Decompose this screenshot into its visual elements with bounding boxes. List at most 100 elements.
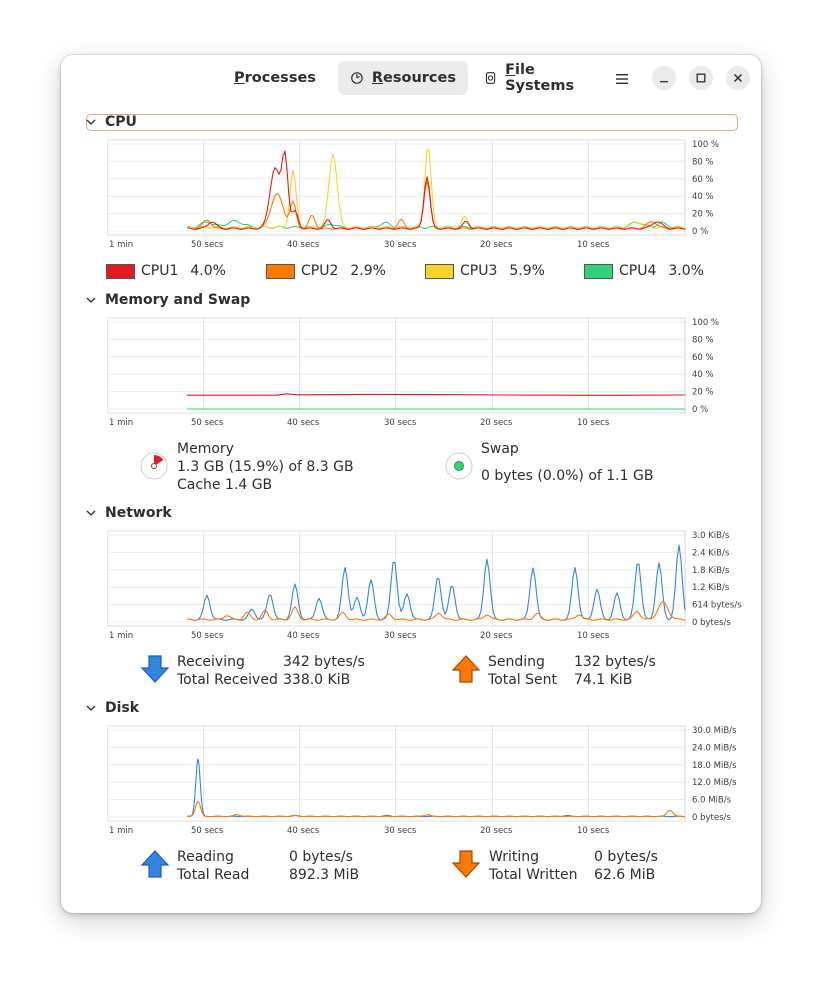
- disk-y-tick-label: 0 bytes/s: [692, 813, 731, 823]
- memory-y-tick-label: 80 %: [692, 335, 714, 345]
- cpu-history-graph: 100 % 80 % 60 % 40 % 20 % 0 % 1 min 50 secs 40 s…: [107, 139, 747, 255]
- network-x-tick-label: 20 secs: [480, 631, 513, 641]
- chevron-down-icon: [86, 297, 96, 303]
- chevron-down-icon: [86, 705, 96, 711]
- memory-cache: Cache 1.4 GB: [177, 477, 273, 493]
- writing-label: Writing: [489, 849, 539, 865]
- network-x-tick-label: 50 secs: [191, 631, 224, 641]
- disk-y-tick-label: 24.0 MiB/s: [692, 743, 737, 753]
- maximize-button[interactable]: [689, 66, 713, 90]
- cpu1-legend[interactable]: CPU1 4.0%: [106, 263, 226, 279]
- tab-file-systems[interactable]: File Systems: [472, 61, 602, 95]
- receiving-arrow-icon[interactable]: [140, 654, 170, 684]
- memory-y-tick-label: 20 %: [692, 388, 714, 398]
- system-monitor-window: Processes Resources File Systems CPU 100…: [61, 55, 761, 913]
- minimize-button[interactable]: [652, 66, 676, 90]
- cpu-y-tick-label: 0 %: [692, 227, 708, 237]
- disk-x-tick-label: 50 secs: [191, 826, 224, 836]
- disk-x-tick-label: 10 secs: [577, 826, 610, 836]
- total-read-value: 892.3 MiB: [289, 867, 360, 883]
- total-written-value: 62.6 MiB: [594, 867, 656, 883]
- cpu3-color-swatch[interactable]: [425, 263, 454, 279]
- header-bar: Processes Resources File Systems: [61, 55, 761, 101]
- memory-x-tick-label: 30 secs: [384, 418, 417, 428]
- cpu4-legend[interactable]: CPU4 3.0%: [584, 263, 704, 279]
- tab-resources[interactable]: Resources: [338, 61, 468, 95]
- memory-section-title: Memory and Swap: [105, 292, 251, 308]
- cpu2-color-swatch[interactable]: [266, 263, 295, 279]
- total-received-label: Total Received: [177, 672, 278, 688]
- reading-arrow-icon[interactable]: [140, 849, 170, 879]
- memory-x-tick-label: 10 secs: [577, 418, 610, 428]
- hamburger-menu-icon[interactable]: [612, 69, 632, 89]
- network-y-tick-label: 0 bytes/s: [692, 618, 731, 628]
- disk-section-header[interactable]: Disk: [85, 699, 139, 717]
- network-y-tick-label: 1.8 KiB/s: [692, 566, 730, 576]
- receiving-label: Receiving: [177, 654, 245, 670]
- chevron-down-icon: [86, 119, 96, 125]
- memory-x-tick-label: 20 secs: [480, 418, 513, 428]
- cpu-y-tick-label: 80 %: [692, 157, 714, 167]
- memory-x-tick-label: 1 min: [109, 418, 133, 428]
- tab-file-systems-label: File Systems: [505, 62, 575, 94]
- cpu-y-tick-label: 40 %: [692, 192, 714, 202]
- cpu-x-tick-label: 20 secs: [480, 240, 513, 250]
- maximize-icon: [696, 73, 706, 83]
- network-section-header[interactable]: Network: [85, 504, 172, 522]
- cpu4-color-swatch[interactable]: [584, 263, 613, 279]
- memory-pie-icon[interactable]: [140, 452, 168, 480]
- disk-history-graph: 30.0 MiB/s 24.0 MiB/s 18.0 MiB/s 12.0 MiB/s…: [107, 725, 747, 841]
- tab-processes[interactable]: Processes: [214, 61, 324, 95]
- receiving-rate: 342 bytes/s: [283, 654, 365, 670]
- writing-values: 0 bytes/s 62.6 MiB: [594, 848, 658, 884]
- close-button[interactable]: [726, 66, 750, 90]
- sending-rate: 132 bytes/s: [574, 654, 656, 670]
- cpu-x-tick-label: 1 min: [109, 240, 133, 250]
- cpu4-label: CPU4: [619, 263, 657, 279]
- gauge-icon: [351, 72, 363, 84]
- close-icon: [733, 73, 743, 83]
- total-read-label: Total Read: [177, 867, 250, 883]
- cpu3-legend[interactable]: CPU3 5.9%: [425, 263, 545, 279]
- memory-label: Memory: [177, 441, 234, 457]
- cpu-x-tick-label: 40 secs: [287, 240, 320, 250]
- cpu2-value: 2.9%: [350, 263, 386, 279]
- memory-usage: 1.3 GB (15.9%) of 8.3 GB: [177, 459, 354, 475]
- network-x-tick-label: 10 secs: [577, 631, 610, 641]
- sending-label: Sending: [488, 654, 545, 670]
- network-y-tick-label: 614 bytes/s: [692, 601, 742, 611]
- sending-info: Sending Total Sent: [488, 653, 557, 689]
- cpu1-color-swatch[interactable]: [106, 263, 135, 279]
- cpu4-value: 3.0%: [668, 263, 704, 279]
- disk-section-title: Disk: [105, 700, 140, 716]
- cpu2-label: CPU2: [301, 263, 339, 279]
- writing-arrow-icon[interactable]: [451, 849, 481, 879]
- cpu2-legend[interactable]: CPU2 2.9%: [266, 263, 386, 279]
- total-sent-value: 74.1 KiB: [574, 672, 633, 688]
- receiving-info: Receiving Total Received: [177, 653, 278, 689]
- reading-label: Reading: [177, 849, 234, 865]
- memory-y-tick-label: 100 %: [692, 318, 719, 328]
- disk-y-tick-label: 30.0 MiB/s: [692, 726, 737, 736]
- swap-pie-icon[interactable]: [445, 452, 473, 480]
- swap-usage: 0 bytes (0.0%) of 1.1 GB: [481, 468, 654, 484]
- memory-info: Memory 1.3 GB (15.9%) of 8.3 GB Cache 1.…: [177, 440, 354, 494]
- cpu-x-tick-label: 30 secs: [384, 240, 417, 250]
- tab-processes-label: Processes: [234, 70, 316, 86]
- memory-y-tick-label: 0 %: [692, 405, 708, 415]
- cpu1-value: 4.0%: [190, 263, 226, 279]
- total-sent-label: Total Sent: [488, 672, 558, 688]
- network-y-tick-label: 1.2 KiB/s: [692, 583, 730, 593]
- memory-history-graph: 100 % 80 % 60 % 40 % 20 % 0 % 1 min 50 secs 40 s…: [107, 317, 747, 433]
- cpu1-label: CPU1: [141, 263, 179, 279]
- disk-icon: [485, 72, 496, 84]
- reading-info: Reading Total Read: [177, 848, 249, 884]
- minimize-icon: [660, 81, 668, 83]
- cpu3-label: CPU3: [460, 263, 498, 279]
- total-written-label: Total Written: [489, 867, 578, 883]
- memory-section-header[interactable]: Memory and Swap: [85, 291, 250, 309]
- cpu-section-header[interactable]: CPU: [85, 113, 137, 131]
- disk-y-tick-label: 18.0 MiB/s: [692, 761, 737, 771]
- network-x-tick-label: 1 min: [109, 631, 133, 641]
- sending-arrow-icon[interactable]: [451, 654, 481, 684]
